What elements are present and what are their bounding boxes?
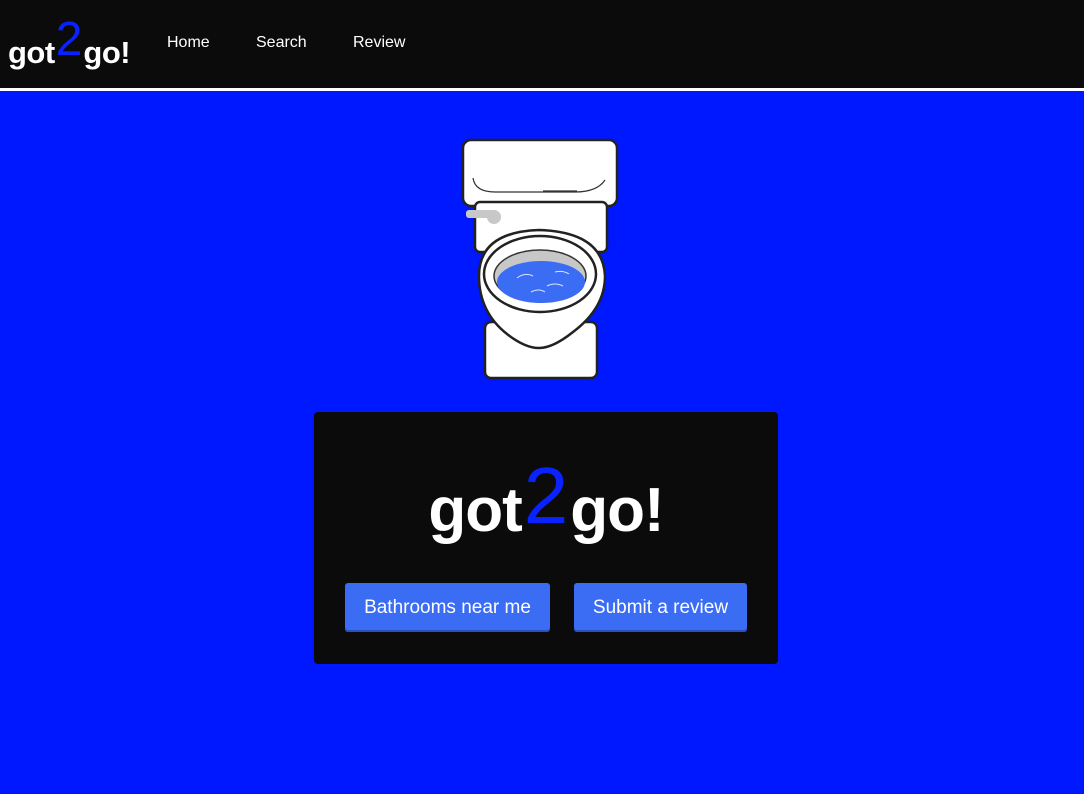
hero-title-2: 2 — [523, 451, 569, 540]
brand-text-2: 2 — [55, 13, 83, 66]
bathrooms-near-me-button[interactable]: Bathrooms near me — [345, 583, 550, 632]
nav-link-home[interactable]: Home — [167, 34, 210, 52]
hero-title: got 2 go! — [314, 456, 778, 545]
hero-title-got: got — [428, 476, 522, 545]
nav-link-review[interactable]: Review — [353, 34, 405, 52]
submit-review-button[interactable]: Submit a review — [574, 583, 747, 632]
toilet-illustration — [461, 138, 619, 380]
brand-logo-link[interactable]: got 2 go! — [8, 13, 131, 70]
top-navbar: got 2 go! Home Search Review — [0, 0, 1084, 91]
hero-card: got 2 go! Bathrooms near me Submit a revie… — [314, 412, 778, 664]
nav-link-search[interactable]: Search — [256, 34, 307, 52]
brand-text-go: go! — [83, 35, 131, 70]
hero-title-go: go! — [570, 476, 664, 545]
brand-text-got: got — [8, 35, 55, 70]
